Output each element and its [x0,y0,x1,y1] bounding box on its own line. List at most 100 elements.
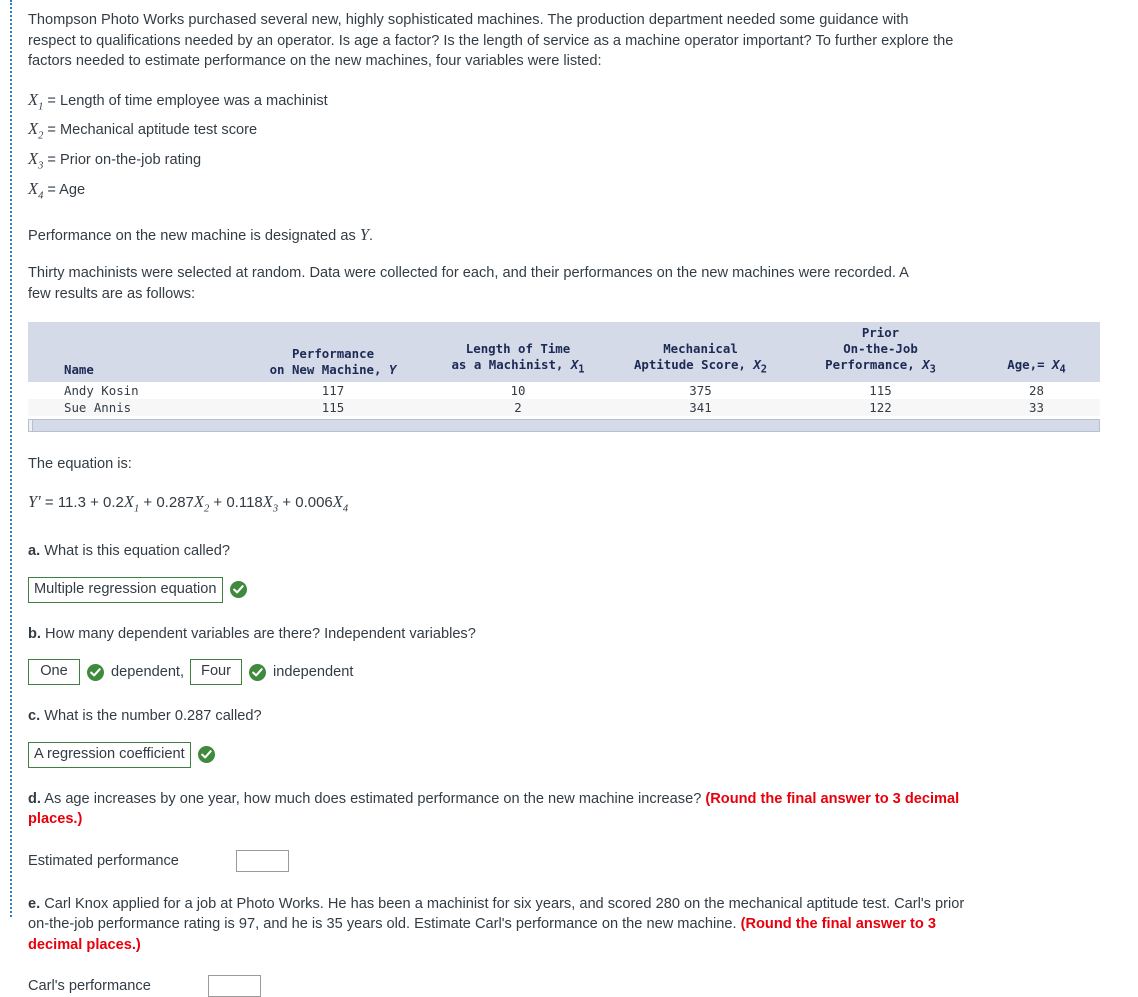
table-header-row: Name Performance on New Machine, Y Lengt… [28,322,1100,382]
col-header-name: Name [28,322,243,382]
question-c-text: What is the number 0.287 called? [44,708,262,725]
col-header-name-l1 [64,330,239,346]
equation-op-3: + [213,494,223,512]
variable-item-3: X3 = Prior on-the-job rating [28,148,1108,178]
question-c: c. What is the number 0.287 called? [28,706,1108,727]
correct-check-icon [197,746,215,764]
performance-designation-period: . [369,227,374,244]
answer-row-d: Estimated performance [28,849,1108,872]
equation-term-3: + 0.118X3 [213,492,282,515]
table-row: Sue Annis 115 2 341 122 33 [28,398,1100,416]
regression-equation: Y' = 11.3 + 0.2X1 + 0.287X2 + 0.118X3 + … [28,492,1108,519]
answer-row-a: Multiple regression equation [28,576,1108,603]
question-d-text: As age increases by one year, how much d… [44,790,702,807]
equation-coef-4: 0.006 [295,494,333,512]
variable-item-4: X4 = Age [28,178,1108,208]
answer-b-dependent-label: dependent, [111,664,185,681]
equation-label: The equation is: [28,455,132,472]
col-header-age-l3: Age,= X4 [1007,357,1066,376]
equation-var-3: X3 [262,492,279,515]
cell-aptitude: 375 [613,381,788,399]
question-b-text: How many dependent variables are there? … [45,625,476,642]
equation-lhs: Y' [28,492,41,512]
question-a-label: a. [28,543,41,560]
intro-paragraph: Thompson Photo Works purchased several n… [28,12,954,69]
variable-subscript-4: 4 [38,190,44,202]
performance-designation-text: Performance on the new machine is design… [28,227,356,244]
equation-coef-2: 0.287 [156,494,194,512]
y-symbol: Y [359,224,369,244]
col-header-performance-l3: on New Machine, Y [269,361,397,377]
variable-definition-4: = Age [47,181,86,198]
equation-var-2: X2 [193,492,210,515]
equation-coef-3: 0.118 [226,494,263,512]
table-head: Name Performance on New Machine, Y Lengt… [28,322,1100,382]
correct-check-icon [229,581,247,599]
variable-definition-2: = Mechanical aptitude test score [47,122,258,139]
col-header-prior-l1: Prior [861,325,900,341]
col-header-length-l3: as a Machinist, X1 [451,357,585,376]
question-c-label: c. [28,708,41,725]
cell-prior-rating: 122 [788,398,973,416]
sample-note: Thirty machinists were selected at rando… [28,265,909,302]
question-a-text: What is this equation called? [44,543,231,560]
variable-subscript-3: 3 [38,160,44,172]
content-column: Thompson Photo Works purchased several n… [28,10,1108,997]
data-table-container: Name Performance on New Machine, Y Lengt… [28,322,1100,432]
answer-c-input[interactable]: A regression coefficient [28,741,191,768]
equation-var-1: X1 [123,492,140,515]
cell-name: Andy Kosin [28,381,243,399]
variable-subscript-2: 2 [38,130,44,142]
answer-b-independent-input[interactable]: Four [190,659,243,686]
variable-item-1: X1 = Length of time employee was a machi… [28,89,1108,119]
answer-e-label: Carl's performance [28,978,151,995]
left-accent-rail [10,0,12,917]
cell-performance: 115 [243,398,423,416]
table-scrollbar-thumb[interactable] [29,419,33,431]
answer-a-input[interactable]: Multiple regression equation [28,576,223,603]
variable-symbol-3: X3 [28,149,44,172]
col-header-prior-l2: On-the-Job [843,341,918,357]
answer-b-dependent-input[interactable]: One [28,659,80,686]
variable-symbol-4: X4 [28,178,44,202]
variable-list: X1 = Length of time employee was a machi… [28,89,1108,208]
variable-subscript-1: 1 [38,100,44,112]
carls-performance-input[interactable] [208,975,261,997]
variable-symbol-1: X1 [28,89,44,112]
col-header-name-l3: Name [64,361,94,377]
cell-length-of-time: 10 [423,381,613,399]
col-header-length-l2: Length of Time [465,341,571,357]
question-e-label: e. [28,895,41,912]
col-header-aptitude-l3: Aptitude Score, X2 [633,357,768,376]
correct-check-icon [249,663,267,681]
question-page: Thompson Photo Works purchased several n… [0,0,1138,997]
variable-definition-1: = Length of time employee was a machinis… [47,92,328,109]
table-body: Andy Kosin 117 10 375 115 28 Sue Annis 1… [28,381,1100,416]
variable-item-2: X2 = Mechanical aptitude test score [28,118,1108,148]
col-header-performance-l2: Performance [291,345,375,361]
col-header-age-l1 [977,325,1096,341]
col-header-prior-rating: Prior On-the-Job Performance, X3 [788,322,973,382]
results-table: Name Performance on New Machine, Y Lengt… [28,322,1100,416]
col-header-aptitude-l2: Mechanical [663,341,738,357]
performance-designation: Performance on the new machine is design… [28,225,1108,247]
answer-row-b: One dependent, Four independent [28,659,1108,686]
question-b: b. How many dependent variables are ther… [28,624,1108,645]
table-horizontal-scrollbar[interactable] [28,418,1100,432]
equation-term-1: + 0.2X1 [90,492,143,515]
col-header-name-l2 [64,346,239,362]
cell-name: Sue Annis [28,398,243,416]
cell-length-of-time: 2 [423,398,613,416]
cell-performance: 117 [243,381,423,399]
col-header-age: Age,= X4 [973,322,1100,382]
cell-age: 28 [973,381,1100,399]
equation-intercept: 11.3 [57,494,86,512]
col-header-length-l1 [427,325,609,341]
estimated-performance-input[interactable] [236,849,289,872]
variable-symbol-2: X2 [28,119,44,142]
col-header-aptitude: Mechanical Aptitude Score, X2 [613,322,788,382]
question-d: d. As age increases by one year, how muc… [28,789,973,830]
col-header-prior-l3: Performance, X3 [825,357,936,376]
equation-op-4: + [282,494,292,512]
equation-var-4: X4 [332,492,349,515]
